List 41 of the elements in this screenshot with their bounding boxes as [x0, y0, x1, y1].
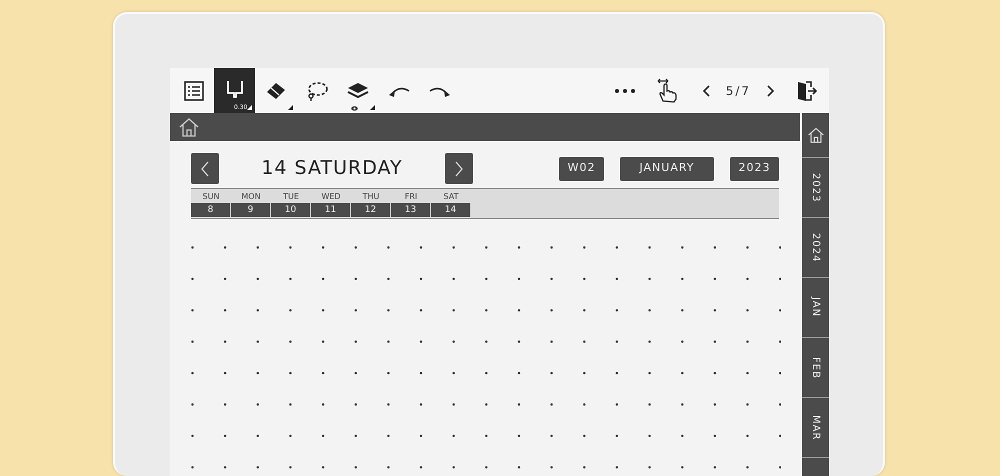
page-counter: 5/7 [724, 82, 752, 100]
date-cell[interactable]: 12 [351, 203, 391, 217]
side-tab[interactable]: 2024 [802, 217, 829, 277]
year-button[interactable]: 2023 [730, 156, 779, 180]
date-cell[interactable]: 8 [191, 203, 231, 217]
layers-icon [346, 80, 370, 100]
more-icon [614, 88, 636, 94]
chevron-left-icon [702, 84, 710, 96]
dropdown-triangle-icon [247, 105, 252, 110]
dropdown-triangle-icon [370, 105, 375, 110]
date-cell[interactable]: 9 [231, 203, 271, 217]
date-cell[interactable]: 10 [271, 203, 311, 217]
eraser-icon [264, 80, 286, 100]
date-cell[interactable]: 14 [431, 203, 471, 217]
weekday-label: TUE [282, 191, 300, 203]
chevron-right-icon [767, 84, 775, 96]
dropdown-triangle-icon [288, 105, 293, 110]
weekday-label: SAT [442, 191, 460, 203]
date-cell[interactable]: 13 [391, 203, 431, 217]
side-tab[interactable]: FEB [802, 337, 829, 397]
exit-icon [797, 80, 817, 102]
weekday-label: SUN [202, 191, 220, 203]
previous-day-button[interactable] [191, 153, 219, 184]
weekday-label: WED [320, 191, 342, 203]
home-icon[interactable] [178, 117, 200, 137]
home-tab[interactable] [802, 113, 829, 157]
date-cell[interactable]: 11 [311, 203, 351, 217]
weekday-label: MON [240, 191, 262, 203]
weekday-label: FRI [404, 191, 418, 203]
list-icon [184, 80, 204, 100]
weekday-label: THU [362, 191, 380, 203]
day-title: 14 SATURDAY [260, 156, 404, 182]
home-icon [806, 126, 824, 144]
chevron-right-icon [454, 161, 464, 178]
side-tab[interactable]: JAN [802, 277, 829, 337]
side-tab[interactable]: MAR [802, 397, 829, 457]
month-button[interactable]: JANUARY [620, 156, 714, 180]
chevron-left-icon [200, 161, 210, 178]
week-button[interactable]: W02 [559, 156, 604, 180]
next-day-button[interactable] [445, 153, 473, 184]
side-tab[interactable]: 2023 [802, 157, 829, 217]
